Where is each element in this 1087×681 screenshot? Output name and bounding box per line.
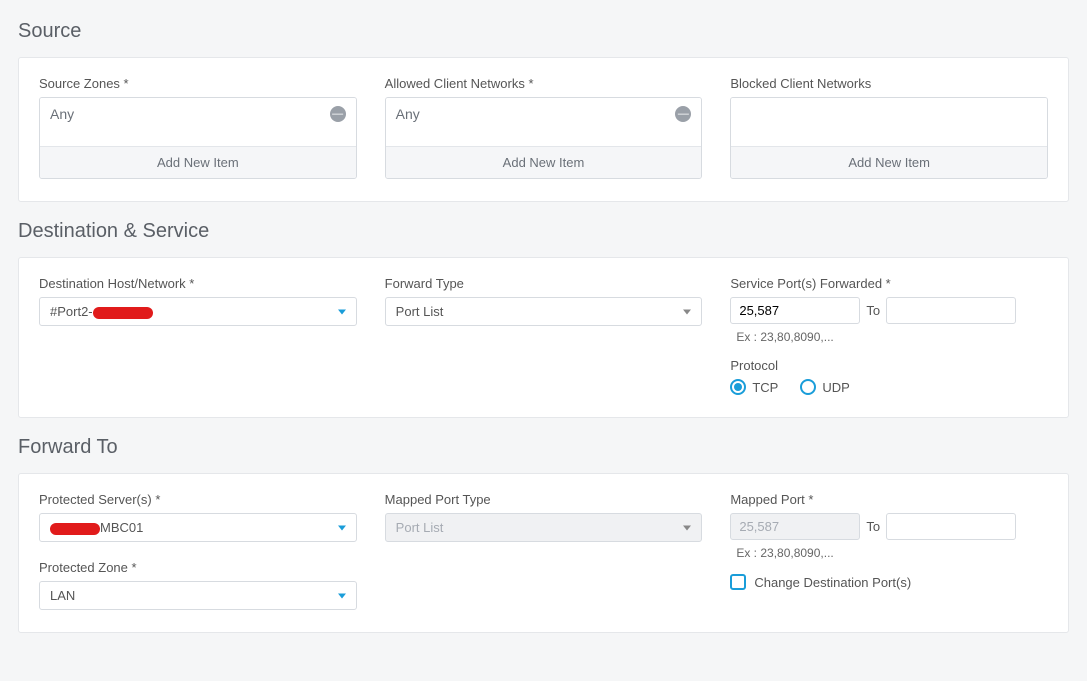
- allowed-networks-box: Any — Add New Item: [385, 97, 703, 179]
- allowed-networks-content: Any —: [386, 98, 702, 146]
- source-zones-box: Any — Add New Item: [39, 97, 357, 179]
- change-destination-port-label: Change Destination Port(s): [754, 575, 911, 590]
- mapped-port-type-value: Port List: [396, 520, 444, 535]
- radio-icon: [730, 379, 746, 395]
- mapped-port-to-input[interactable]: [886, 513, 1016, 540]
- mapped-port-type-label: Mapped Port Type: [385, 492, 703, 507]
- mapped-port-type-select: Port List: [385, 513, 703, 542]
- source-section-title: Source: [18, 20, 1069, 43]
- mapped-port-label: Mapped Port *: [730, 492, 1048, 507]
- mapped-port-hint: Ex : 23,80,8090,...: [730, 546, 1048, 560]
- allowed-networks-label: Allowed Client Networks *: [385, 76, 703, 91]
- to-label: To: [866, 303, 880, 318]
- radio-icon: [800, 379, 816, 395]
- allowed-networks-add-button[interactable]: Add New Item: [386, 146, 702, 178]
- checkbox-icon: [730, 574, 746, 590]
- blocked-networks-box: Add New Item: [730, 97, 1048, 179]
- protected-server-suffix: MBC01: [100, 520, 143, 535]
- chevron-down-icon: [683, 525, 691, 530]
- mapped-port-from-input: [730, 513, 860, 540]
- destination-host-label: Destination Host/Network *: [39, 276, 357, 291]
- destination-panel: Destination Host/Network * #Port2- Forwa…: [18, 257, 1069, 418]
- protocol-tcp-label: TCP: [752, 380, 778, 395]
- destination-section-title: Destination & Service: [18, 220, 1069, 243]
- forward-type-select[interactable]: Port List: [385, 297, 703, 326]
- forwardto-section-title: Forward To: [18, 436, 1069, 459]
- protected-zone-value: LAN: [50, 588, 75, 603]
- chevron-down-icon: [338, 525, 346, 530]
- service-ports-to-input[interactable]: [886, 297, 1016, 324]
- destination-host-select[interactable]: #Port2-: [39, 297, 357, 326]
- service-ports-hint: Ex : 23,80,8090,...: [730, 330, 1048, 344]
- protocol-udp-radio[interactable]: UDP: [800, 379, 849, 395]
- protocol-tcp-radio[interactable]: TCP: [730, 379, 778, 395]
- chevron-down-icon: [683, 309, 691, 314]
- remove-icon[interactable]: —: [675, 106, 691, 122]
- source-zones-label: Source Zones *: [39, 76, 357, 91]
- protected-server-label: Protected Server(s) *: [39, 492, 357, 507]
- protocol-label: Protocol: [730, 358, 1048, 373]
- page-container: Source Source Zones * Any — Add New Item…: [0, 0, 1087, 681]
- blocked-networks-add-button[interactable]: Add New Item: [731, 146, 1047, 178]
- change-destination-port-checkbox[interactable]: Change Destination Port(s): [730, 574, 1048, 590]
- source-panel: Source Zones * Any — Add New Item Allowe…: [18, 57, 1069, 202]
- forwardto-panel: Protected Server(s) * MBC01 Protected Zo…: [18, 473, 1069, 633]
- source-zones-content: Any —: [40, 98, 356, 146]
- to-label: To: [866, 519, 880, 534]
- source-zones-add-button[interactable]: Add New Item: [40, 146, 356, 178]
- forward-type-value: Port List: [396, 304, 444, 319]
- protected-server-select[interactable]: MBC01: [39, 513, 357, 542]
- remove-icon[interactable]: —: [330, 106, 346, 122]
- chevron-down-icon: [338, 593, 346, 598]
- redacted-text: [93, 307, 153, 319]
- redacted-text: [50, 523, 100, 535]
- allowed-networks-value: Any: [396, 106, 420, 122]
- source-zones-value: Any: [50, 106, 74, 122]
- protected-zone-label: Protected Zone *: [39, 560, 357, 575]
- protocol-udp-label: UDP: [822, 380, 849, 395]
- destination-host-prefix: #Port2-: [50, 304, 93, 319]
- service-ports-label: Service Port(s) Forwarded *: [730, 276, 1048, 291]
- blocked-networks-label: Blocked Client Networks: [730, 76, 1048, 91]
- forward-type-label: Forward Type: [385, 276, 703, 291]
- blocked-networks-content: [731, 98, 1047, 146]
- service-ports-from-input[interactable]: [730, 297, 860, 324]
- protected-zone-select[interactable]: LAN: [39, 581, 357, 610]
- chevron-down-icon: [338, 309, 346, 314]
